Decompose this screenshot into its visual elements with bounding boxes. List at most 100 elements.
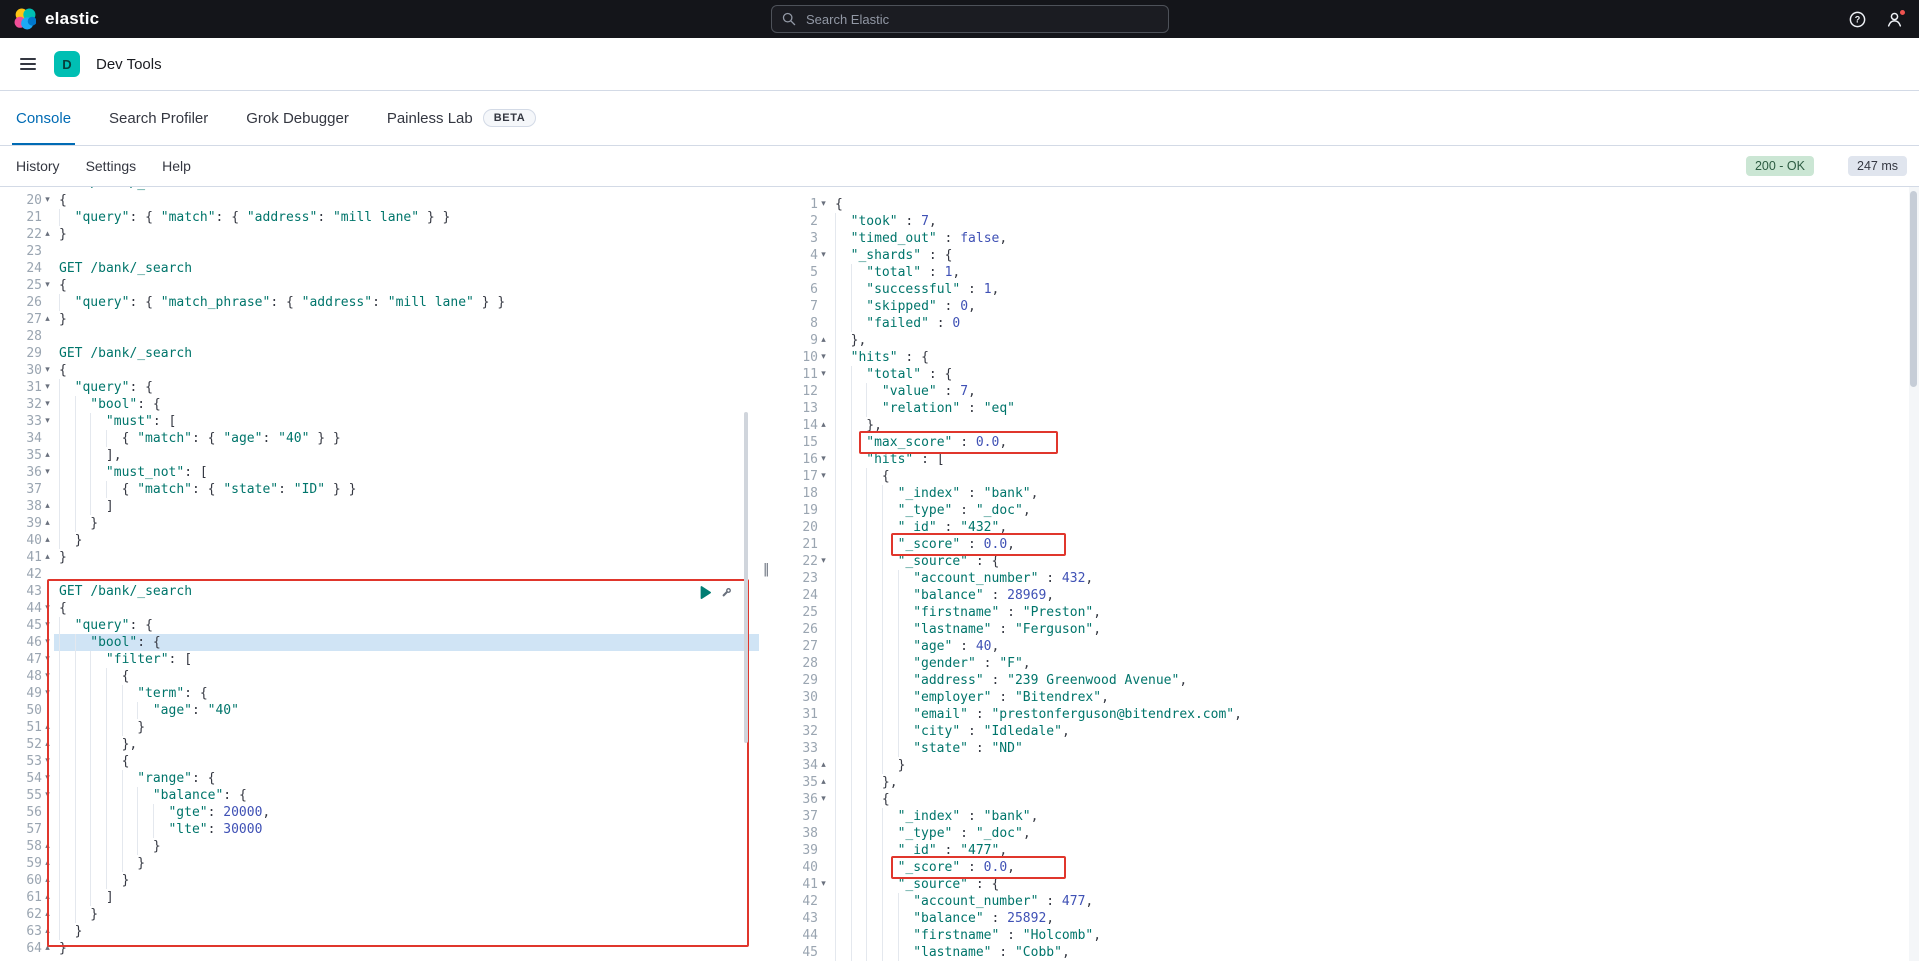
code-line[interactable]: 26"query": { "match_phrase": { "address"… bbox=[0, 294, 759, 311]
fold-toggle-icon[interactable]: ▴ bbox=[42, 736, 53, 753]
code-line[interactable]: 57"lte": 30000 bbox=[0, 821, 759, 838]
code-line[interactable]: 27▴} bbox=[0, 311, 759, 328]
elastic-logo[interactable]: elastic bbox=[0, 8, 99, 30]
fold-toggle-icon[interactable]: ▴ bbox=[42, 515, 53, 532]
fold-toggle-icon[interactable]: ▴ bbox=[42, 226, 53, 243]
fold-toggle-icon[interactable]: ▴ bbox=[818, 757, 829, 774]
fold-toggle-icon[interactable]: ▾ bbox=[42, 617, 53, 634]
code-line[interactable]: 49▾"term": { bbox=[0, 685, 759, 702]
code-line[interactable]: 31▾"query": { bbox=[0, 379, 759, 396]
search-input[interactable] bbox=[804, 11, 1158, 28]
code-line[interactable]: 36▾"must_not": [ bbox=[0, 464, 759, 481]
fold-toggle-icon[interactable]: ▾ bbox=[42, 753, 53, 770]
code-line[interactable]: 42 bbox=[0, 566, 759, 583]
code-line[interactable]: 20▾{ bbox=[0, 192, 759, 209]
request-options-button[interactable] bbox=[720, 586, 733, 599]
code-line[interactable]: 46▾"bool": { bbox=[0, 634, 759, 651]
code-line[interactable]: 52▴}, bbox=[0, 736, 759, 753]
send-request-button[interactable] bbox=[700, 586, 711, 599]
code-line[interactable]: 30▾{ bbox=[0, 362, 759, 379]
fold-toggle-icon[interactable]: ▴ bbox=[42, 906, 53, 923]
fold-toggle-icon[interactable]: ▴ bbox=[42, 923, 53, 940]
code-line[interactable]: 38▴] bbox=[0, 498, 759, 515]
code-line[interactable]: 43GET /bank/_search bbox=[0, 583, 759, 600]
response-scrollbar[interactable] bbox=[1910, 191, 1917, 387]
fold-toggle-icon[interactable]: ▴ bbox=[42, 872, 53, 889]
fold-toggle-icon[interactable]: ▴ bbox=[42, 447, 53, 464]
fold-toggle-icon[interactable]: ▴ bbox=[818, 417, 829, 434]
code-line[interactable]: 28 bbox=[0, 328, 759, 345]
user-menu-icon[interactable] bbox=[1886, 11, 1903, 28]
code-line[interactable]: 33▾"must": [ bbox=[0, 413, 759, 430]
tab-grok-debugger[interactable]: Grok Debugger bbox=[242, 91, 353, 145]
code-line[interactable]: 44▾{ bbox=[0, 600, 759, 617]
fold-toggle-icon[interactable]: ▾ bbox=[42, 413, 53, 430]
code-line[interactable]: 35▴], bbox=[0, 447, 759, 464]
menu-hamburger-icon[interactable] bbox=[18, 54, 38, 74]
fold-toggle-icon[interactable]: ▾ bbox=[818, 451, 829, 468]
fold-toggle-icon[interactable]: ▴ bbox=[42, 889, 53, 906]
fold-toggle-icon[interactable]: ▾ bbox=[42, 770, 53, 787]
help-button[interactable]: Help bbox=[162, 158, 191, 174]
code-line[interactable]: 25▾{ bbox=[0, 277, 759, 294]
code-line[interactable]: 37{ "match": { "state": "ID" } } bbox=[0, 481, 759, 498]
space-avatar[interactable]: D bbox=[54, 51, 80, 77]
fold-toggle-icon[interactable]: ▴ bbox=[42, 532, 53, 549]
fold-toggle-icon[interactable]: ▴ bbox=[42, 838, 53, 855]
tab-search-profiler[interactable]: Search Profiler bbox=[105, 91, 212, 145]
code-line[interactable]: 54▾"range": { bbox=[0, 770, 759, 787]
code-line[interactable]: 60▴} bbox=[0, 872, 759, 889]
code-line[interactable]: 24GET /bank/_search bbox=[0, 260, 759, 277]
code-line[interactable]: 45▾"query": { bbox=[0, 617, 759, 634]
fold-toggle-icon[interactable]: ▾ bbox=[818, 366, 829, 383]
fold-toggle-icon[interactable]: ▾ bbox=[42, 362, 53, 379]
fold-toggle-icon[interactable]: ▾ bbox=[42, 668, 53, 685]
request-editor[interactable]: 19GET /bank/_search20▾{21"query": { "mat… bbox=[0, 187, 759, 961]
fold-toggle-icon[interactable]: ▾ bbox=[42, 277, 53, 294]
code-line[interactable]: 40▴} bbox=[0, 532, 759, 549]
fold-toggle-icon[interactable]: ▾ bbox=[818, 468, 829, 485]
code-line[interactable]: 29GET /bank/_search bbox=[0, 345, 759, 362]
fold-toggle-icon[interactable]: ▾ bbox=[818, 247, 829, 264]
request-editor-scrollbar[interactable] bbox=[744, 412, 748, 743]
fold-toggle-icon[interactable]: ▾ bbox=[42, 379, 53, 396]
code-line[interactable]: 32▾"bool": { bbox=[0, 396, 759, 413]
code-line[interactable]: 41▴} bbox=[0, 549, 759, 566]
fold-toggle-icon[interactable]: ▾ bbox=[42, 600, 53, 617]
fold-toggle-icon[interactable]: ▾ bbox=[818, 553, 829, 570]
global-search[interactable] bbox=[771, 5, 1169, 33]
fold-toggle-icon[interactable]: ▾ bbox=[42, 634, 53, 651]
fold-toggle-icon[interactable]: ▾ bbox=[42, 787, 53, 804]
code-line[interactable]: 63▴} bbox=[0, 923, 759, 940]
fold-toggle-icon[interactable]: ▴ bbox=[818, 774, 829, 791]
help-icon[interactable]: ? bbox=[1849, 11, 1866, 28]
fold-toggle-icon[interactable]: ▾ bbox=[42, 685, 53, 702]
fold-toggle-icon[interactable]: ▴ bbox=[42, 311, 53, 328]
fold-toggle-icon[interactable]: ▾ bbox=[42, 651, 53, 668]
code-line[interactable]: 48▾{ bbox=[0, 668, 759, 685]
fold-toggle-icon[interactable]: ▾ bbox=[818, 791, 829, 808]
fold-toggle-icon[interactable]: ▾ bbox=[42, 464, 53, 481]
fold-toggle-icon[interactable]: ▾ bbox=[42, 396, 53, 413]
fold-toggle-icon[interactable]: ▾ bbox=[42, 192, 53, 209]
code-line[interactable]: 23 bbox=[0, 243, 759, 260]
code-line[interactable]: 53▾{ bbox=[0, 753, 759, 770]
code-line[interactable]: 62▴} bbox=[0, 906, 759, 923]
tab-console[interactable]: Console bbox=[12, 91, 75, 145]
code-line[interactable]: 55▾"balance": { bbox=[0, 787, 759, 804]
fold-toggle-icon[interactable]: ▴ bbox=[818, 332, 829, 349]
code-line[interactable]: 34{ "match": { "age": "40" } } bbox=[0, 430, 759, 447]
code-line[interactable]: 47▾"filter": [ bbox=[0, 651, 759, 668]
fold-toggle-icon[interactable]: ▴ bbox=[42, 855, 53, 872]
code-line[interactable]: 51▴} bbox=[0, 719, 759, 736]
pane-resizer[interactable]: ‖ bbox=[759, 187, 776, 961]
fold-toggle-icon[interactable]: ▾ bbox=[818, 876, 829, 893]
code-line[interactable]: 22▴} bbox=[0, 226, 759, 243]
code-line[interactable]: 59▴} bbox=[0, 855, 759, 872]
settings-button[interactable]: Settings bbox=[86, 158, 137, 174]
code-line[interactable]: 50"age": "40" bbox=[0, 702, 759, 719]
code-line[interactable]: 21"query": { "match": { "address": "mill… bbox=[0, 209, 759, 226]
fold-toggle-icon[interactable]: ▴ bbox=[42, 498, 53, 515]
fold-toggle-icon[interactable]: ▴ bbox=[42, 940, 53, 957]
code-line[interactable]: 64▴} bbox=[0, 940, 759, 957]
